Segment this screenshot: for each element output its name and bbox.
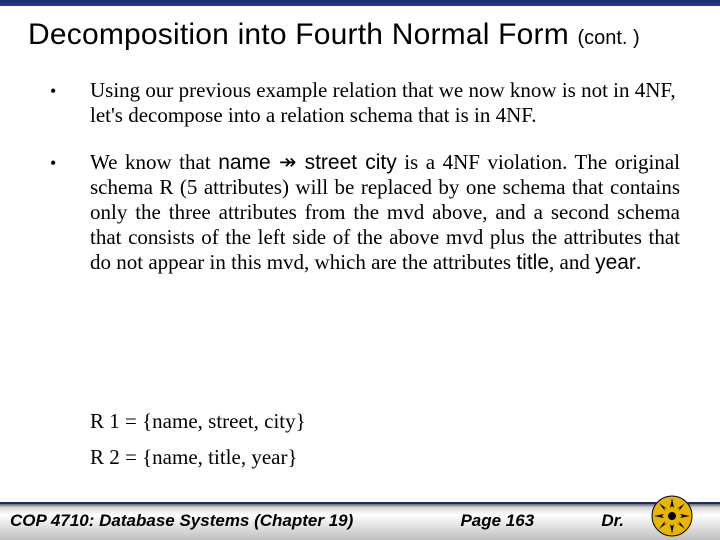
slide-title-cont: (cont. ) xyxy=(577,27,639,49)
slide-title: Decomposition into Fourth Normal Form xyxy=(28,18,577,51)
text-run: We know that xyxy=(90,150,218,174)
slide: Decomposition into Fourth Normal Form (c… xyxy=(0,0,720,540)
top-rule xyxy=(0,0,720,6)
bullet-marker: • xyxy=(50,78,90,103)
text-run: , and xyxy=(549,250,595,274)
footer-course: COP 4710: Database Systems (Chapter 19) xyxy=(10,511,353,531)
result-r2: R 2 = {name, title, year} xyxy=(90,444,306,470)
bullet-text: Using our previous example relation that… xyxy=(90,78,680,128)
ucf-logo-icon xyxy=(650,494,694,538)
footer-page: Page 163 xyxy=(353,511,601,531)
footer-text: COP 4710: Database Systems (Chapter 19) … xyxy=(10,506,630,536)
body: • Using our previous example relation th… xyxy=(50,78,680,297)
result-r1: R 1 = {name, street, city} xyxy=(90,408,306,434)
mvd-lhs: name xyxy=(218,151,271,174)
bullet-marker: • xyxy=(50,150,90,175)
bullet-item: • Using our previous example relation th… xyxy=(50,78,680,128)
text-run: . xyxy=(636,250,641,274)
attr-year: year xyxy=(595,251,636,274)
footer-author: Dr. xyxy=(601,511,630,531)
footer: COP 4710: Database Systems (Chapter 19) … xyxy=(0,492,720,540)
results: R 1 = {name, street, city} R 2 = {name, … xyxy=(90,398,306,481)
bullet-item: • We know that name ↠ street city is a 4… xyxy=(50,150,680,276)
mvd-rhs: street city xyxy=(305,151,397,174)
bullet-text: We know that name ↠ street city is a 4NF… xyxy=(90,150,680,276)
mvd-arrow: ↠ xyxy=(271,151,305,174)
attr-title: title xyxy=(516,251,549,274)
title-area: Decomposition into Fourth Normal Form (c… xyxy=(28,18,692,52)
